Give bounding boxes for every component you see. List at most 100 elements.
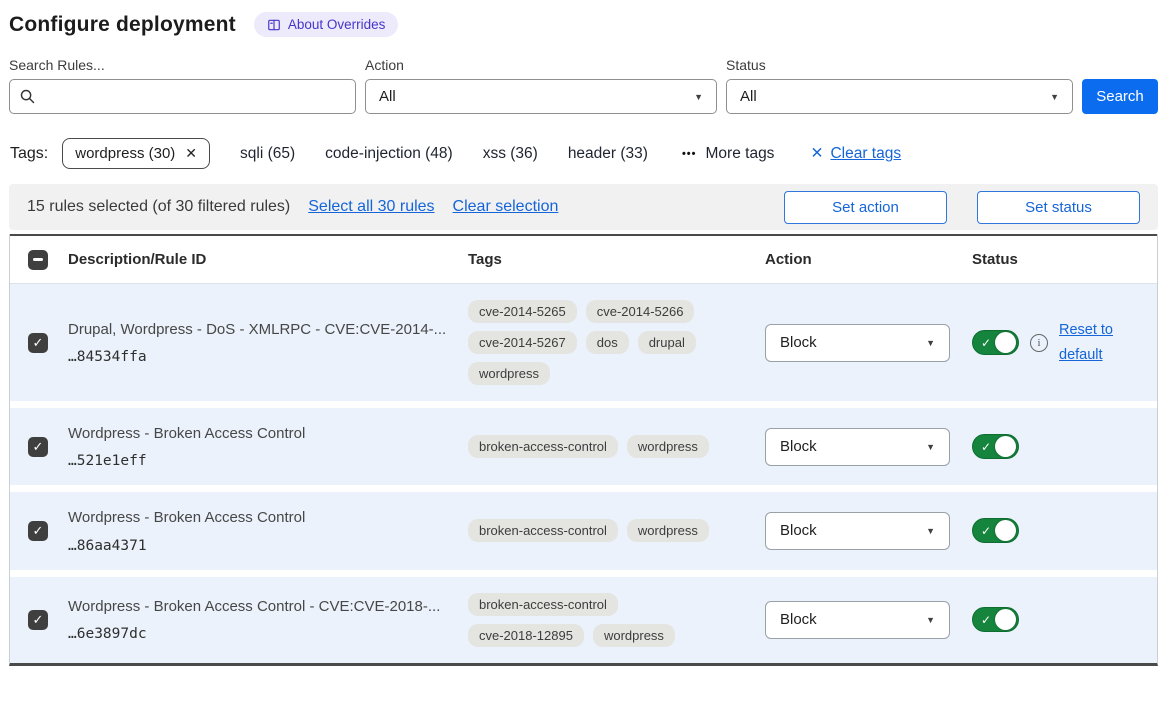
check-icon: ✓: [981, 336, 995, 350]
book-icon: [267, 18, 281, 32]
status-filter-value: All: [740, 88, 757, 105]
more-tags-button[interactable]: ••• More tags: [682, 145, 774, 163]
selected-tag-wordpress[interactable]: wordpress (30) ✕: [62, 138, 210, 169]
selected-tag-label: wordpress (30): [75, 145, 175, 162]
column-description: Description/Rule ID: [68, 251, 468, 268]
chevron-down-icon: ▼: [926, 442, 935, 452]
tags-bar: Tags: wordpress (30) ✕ sqli (65) code-in…: [9, 138, 1158, 169]
action-select[interactable]: Block ▼: [765, 428, 950, 466]
column-action: Action: [765, 251, 972, 268]
close-icon[interactable]: ✕: [185, 145, 197, 162]
tag-pill: broken-access-control: [468, 435, 618, 458]
table-row: ✓ Wordpress - Broken Access Control …86a…: [10, 492, 1157, 569]
tag-pill: wordpress: [468, 362, 550, 385]
action-filter-label: Action: [365, 57, 717, 73]
selection-summary: 15 rules selected (of 30 filtered rules): [27, 198, 290, 216]
tag-pill: dos: [586, 331, 629, 354]
page-title: Configure deployment: [9, 13, 236, 37]
toggle-knob: [995, 609, 1016, 630]
select-all-checkbox[interactable]: [28, 250, 48, 270]
tag-pill: broken-access-control: [468, 519, 618, 542]
selection-bar: 15 rules selected (of 30 filtered rules)…: [9, 184, 1158, 230]
action-filter-select[interactable]: All ▼: [365, 79, 717, 114]
table-row: ✓ Drupal, Wordpress - DoS - XMLRPC - CVE…: [10, 284, 1157, 401]
tag-pill: cve-2014-5265: [468, 300, 577, 323]
clear-tags-button[interactable]: ✕ Clear tags: [810, 144, 901, 163]
more-tags-label: More tags: [706, 145, 775, 163]
reset-wrap: i Reset to default: [1030, 318, 1121, 367]
chevron-down-icon: ▼: [926, 615, 935, 625]
clear-tags-label: Clear tags: [830, 145, 901, 163]
tag-pill: wordpress: [627, 519, 709, 542]
rule-tags: broken-access-control wordpress: [468, 519, 765, 542]
chevron-down-icon: ▼: [926, 526, 935, 536]
table-header: Description/Rule ID Tags Action Status: [10, 234, 1157, 284]
tag-pill: cve-2018-12895: [468, 624, 584, 647]
tag-filter-xss[interactable]: xss (36): [483, 145, 538, 163]
ellipsis-icon: •••: [682, 148, 697, 160]
status-toggle[interactable]: ✓: [972, 434, 1019, 459]
tag-pill: cve-2014-5266: [586, 300, 695, 323]
rule-description: Wordpress - Broken Access Control: [68, 424, 450, 444]
action-select[interactable]: Block ▼: [765, 601, 950, 639]
rules-table: Description/Rule ID Tags Action Status ✓…: [9, 234, 1158, 666]
tag-pill: drupal: [638, 331, 696, 354]
reset-to-default-link[interactable]: Reset to default: [1059, 318, 1121, 367]
configure-deployment-page: Configure deployment About Overrides Sea…: [0, 0, 1167, 666]
column-tags: Tags: [468, 251, 765, 268]
about-overrides-label: About Overrides: [288, 17, 386, 32]
rule-id: …84534ffa: [68, 349, 450, 365]
tags-label: Tags:: [10, 145, 48, 163]
check-icon: ✓: [33, 439, 44, 455]
status-filter-select[interactable]: All ▼: [726, 79, 1073, 114]
rule-tags: cve-2014-5265cve-2014-5266cve-2014-5267d…: [468, 300, 765, 385]
set-action-button[interactable]: Set action: [784, 191, 947, 224]
tag-filter-sqli[interactable]: sqli (65): [240, 145, 295, 163]
search-button[interactable]: Search: [1082, 79, 1158, 114]
set-status-button[interactable]: Set status: [977, 191, 1140, 224]
table-row: ✓ Wordpress - Broken Access Control - CV…: [10, 577, 1157, 663]
info-icon[interactable]: i: [1030, 334, 1048, 352]
toggle-knob: [995, 436, 1016, 457]
search-rules-input[interactable]: [43, 89, 346, 105]
row-checkbox[interactable]: ✓: [28, 610, 48, 630]
row-checkbox[interactable]: ✓: [28, 521, 48, 541]
check-icon: ✓: [33, 612, 44, 628]
table-body: ✓ Drupal, Wordpress - DoS - XMLRPC - CVE…: [10, 284, 1157, 663]
search-icon: [19, 88, 36, 105]
action-select[interactable]: Block ▼: [765, 512, 950, 550]
close-icon: ✕: [810, 144, 823, 163]
status-filter-label: Status: [726, 57, 1073, 73]
row-checkbox[interactable]: ✓: [28, 437, 48, 457]
check-icon: ✓: [33, 335, 44, 351]
select-all-link[interactable]: Select all 30 rules: [308, 198, 434, 216]
tag-filter-code-injection[interactable]: code-injection (48): [325, 145, 453, 163]
chevron-down-icon: ▼: [1050, 92, 1059, 102]
rule-id: …521e1eff: [68, 453, 450, 469]
toggle-knob: [995, 520, 1016, 541]
rule-id: …6e3897dc: [68, 626, 450, 642]
check-icon: ✓: [981, 613, 995, 627]
status-toggle[interactable]: ✓: [972, 518, 1019, 543]
rule-tags: broken-access-controlcve-2018-12895wordp…: [468, 593, 765, 647]
rule-tags: broken-access-controlwordpress: [468, 435, 765, 458]
indeterminate-icon: [33, 258, 43, 261]
column-status: Status: [972, 251, 1157, 268]
chevron-down-icon: ▼: [694, 92, 703, 102]
rule-id: …86aa4371: [68, 538, 450, 554]
filter-bar: Search Rules... Action All ▼ Status All: [9, 57, 1158, 114]
row-checkbox[interactable]: ✓: [28, 333, 48, 353]
action-filter-value: All: [379, 88, 396, 105]
action-select-value: Block: [780, 611, 817, 628]
rule-description: Wordpress - Broken Access Control - CVE:…: [68, 597, 450, 617]
clear-selection-link[interactable]: Clear selection: [453, 198, 559, 216]
action-select-value: Block: [780, 438, 817, 455]
action-select-value: Block: [780, 334, 817, 351]
status-toggle[interactable]: ✓: [972, 330, 1019, 355]
status-toggle[interactable]: ✓: [972, 607, 1019, 632]
check-icon: ✓: [33, 523, 44, 539]
action-select[interactable]: Block ▼: [765, 324, 950, 362]
about-overrides-button[interactable]: About Overrides: [254, 12, 399, 37]
tag-filter-header[interactable]: header (33): [568, 145, 648, 163]
action-select-value: Block: [780, 522, 817, 539]
